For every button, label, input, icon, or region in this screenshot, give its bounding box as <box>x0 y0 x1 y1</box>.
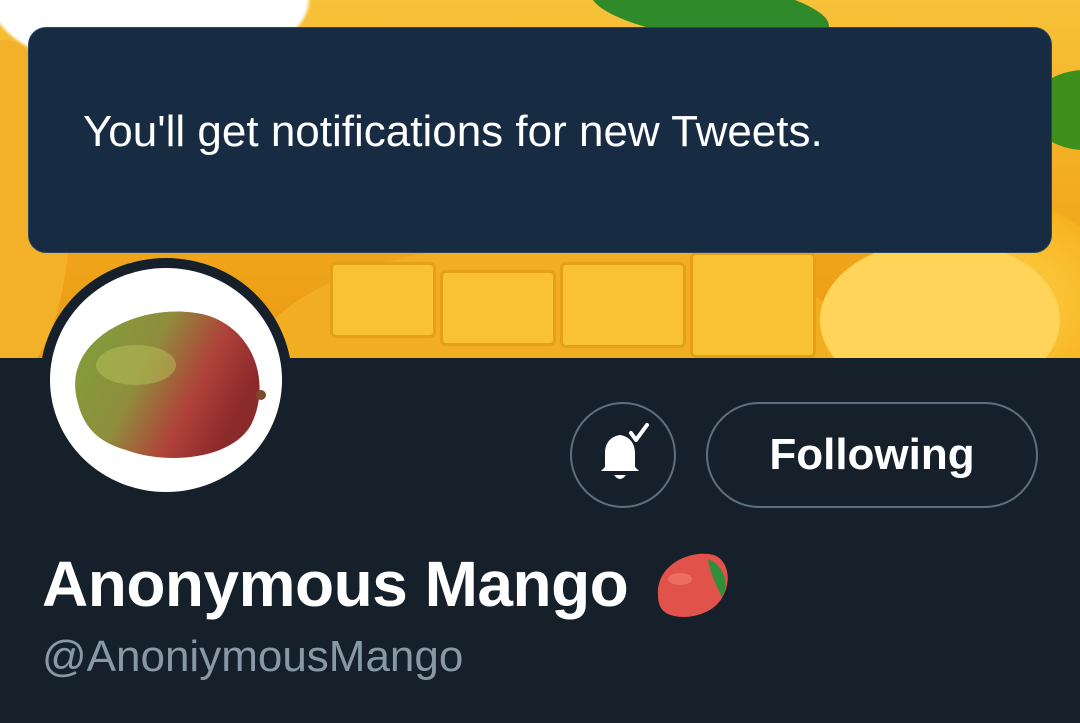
display-name-text: Anonymous Mango <box>42 548 629 620</box>
toast-message: You'll get notifications for new Tweets. <box>83 107 823 156</box>
avatar[interactable] <box>40 258 292 502</box>
following-button[interactable]: Following <box>706 402 1038 508</box>
banner-mango-cube <box>330 262 436 338</box>
avatar-image <box>50 268 282 492</box>
profile-handle: @AnoniymousMango <box>42 632 464 681</box>
notification-toast: You'll get notifications for new Tweets. <box>28 27 1052 253</box>
following-label: Following <box>769 430 975 479</box>
bell-with-check-icon <box>601 423 649 479</box>
banner-mango-cube <box>560 262 686 348</box>
banner-fruit <box>820 240 1060 358</box>
mango-icon <box>658 553 728 617</box>
profile-display-name: Anonymous Mango <box>42 538 732 630</box>
notifications-toggle-button[interactable] <box>570 402 676 508</box>
mango-icon <box>75 311 266 458</box>
banner-mango-cube <box>440 270 556 346</box>
banner-mango-cube <box>690 252 816 358</box>
